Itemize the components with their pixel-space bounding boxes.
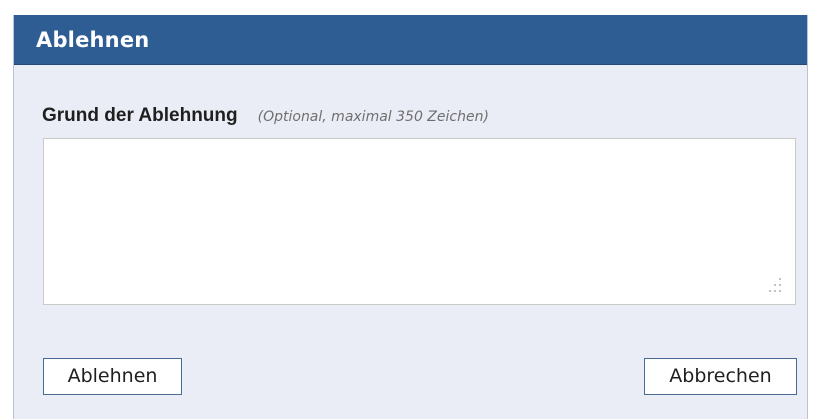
- reject-button[interactable]: Ablehnen: [43, 358, 182, 395]
- reason-field-label: Grund der Ablehnung: [42, 105, 238, 126]
- dialog-titlebar[interactable]: Ablehnen: [14, 15, 807, 65]
- dialog-title: Ablehnen: [36, 27, 150, 52]
- reject-dialog: Ablehnen Grund der Ablehnung (Optional, …: [13, 15, 808, 419]
- reason-label-row: Grund der Ablehnung (Optional, maximal 3…: [42, 105, 489, 127]
- reason-field-hint: (Optional, maximal 350 Zeichen): [257, 109, 489, 125]
- cancel-button[interactable]: Abbrechen: [644, 358, 797, 395]
- reason-textarea[interactable]: [43, 138, 796, 305]
